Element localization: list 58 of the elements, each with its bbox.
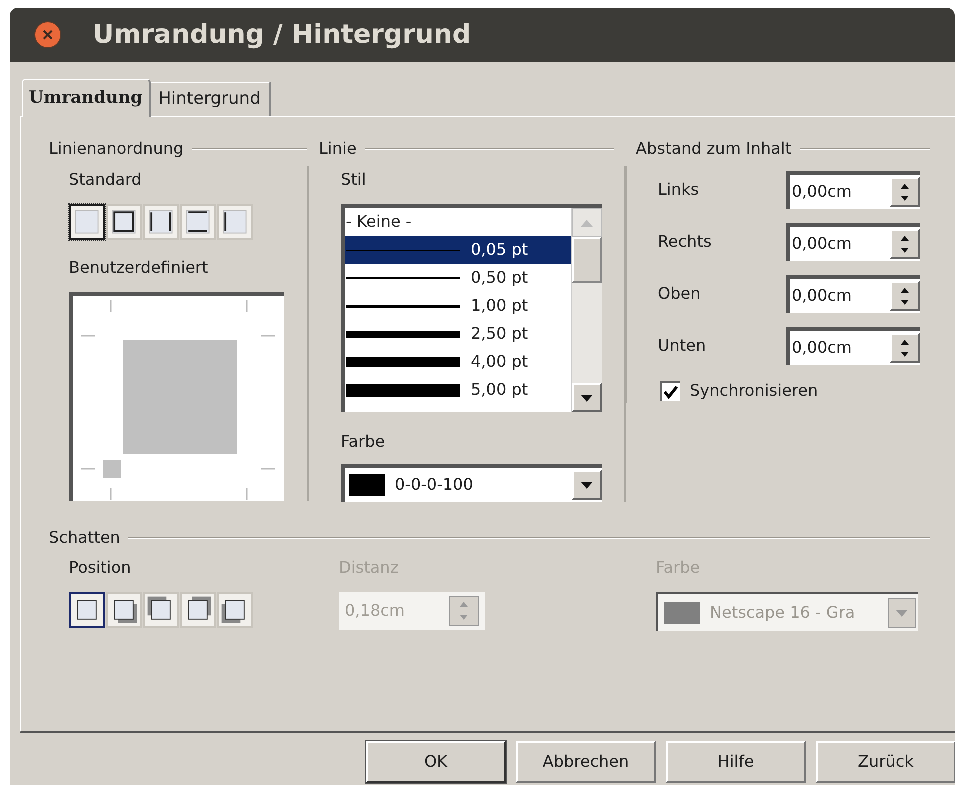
group-heading: Linienanordnung: [49, 138, 184, 160]
spin-down-icon[interactable]: [900, 298, 910, 306]
caret-icon[interactable]: [580, 480, 594, 490]
spin-up-icon: [459, 600, 469, 608]
checkbox[interactable]: [660, 381, 680, 401]
field-label: Position: [69, 557, 132, 579]
group-heading: Abstand zum Inhalt: [636, 138, 792, 160]
dialog-button[interactable]: OK: [366, 741, 506, 783]
color-swatch: [664, 602, 700, 624]
spin-field[interactable]: 0,00cm: [786, 327, 920, 365]
group-heading: Schatten: [49, 527, 120, 549]
list-item[interactable]: 1,00 pt: [345, 292, 571, 320]
spin-up-icon[interactable]: [900, 286, 910, 294]
field-label: Standard: [69, 169, 143, 191]
caret-icon: [895, 608, 909, 618]
field-label: Benutzerdefiniert: [69, 257, 210, 279]
spin-up-icon[interactable]: [900, 338, 910, 346]
spin-up-icon[interactable]: [900, 234, 910, 242]
check-icon: [664, 385, 678, 399]
group-heading: Linie: [319, 138, 357, 160]
field-label: Links: [658, 179, 700, 201]
line-style-list[interactable]: - Keine - 0,05 pt 0,50 pt 1,00 pt 2,50 pt 4,00 pt 5,00 pt: [341, 204, 602, 412]
spin-field[interactable]: 0,00cm: [786, 171, 920, 209]
spin-down-icon: [459, 614, 469, 622]
scrollbar[interactable]: [571, 208, 602, 412]
dialog-button[interactable]: Abbrechen: [516, 741, 656, 783]
dialog-button[interactable]: Hilfe: [666, 741, 806, 783]
close-button[interactable]: [34, 21, 62, 49]
spin-down-icon[interactable]: [900, 194, 910, 202]
color-swatch: [349, 474, 385, 496]
list-item[interactable]: 5,00 pt: [345, 376, 571, 404]
tab[interactable]: Umrandung: [22, 79, 151, 117]
field-label: Oben: [658, 283, 702, 305]
spin-up-icon[interactable]: [900, 182, 910, 190]
checkbox-label[interactable]: Synchronisieren: [690, 379, 818, 403]
field-label: Farbe: [341, 431, 386, 454]
dialog-button[interactable]: Zurück: [816, 741, 955, 783]
spin-field: 0,18cm: [339, 592, 485, 630]
spin-down-icon[interactable]: [900, 350, 910, 358]
spin-field[interactable]: 0,00cm: [786, 275, 920, 313]
spin-field[interactable]: 0,00cm: [786, 223, 920, 261]
field-label: Stil: [341, 169, 368, 191]
list-item[interactable]: 4,00 pt: [345, 348, 571, 376]
window-title: Umrandung / Hintergrund: [93, 18, 472, 52]
field-label: Rechts: [658, 231, 713, 253]
list-item[interactable]: - Keine -: [345, 208, 571, 236]
list-item[interactable]: 2,50 pt: [345, 320, 571, 348]
shadow-position-button[interactable]: [69, 592, 105, 628]
border-preset-button[interactable]: [69, 204, 105, 240]
tab[interactable]: Hintergrund: [150, 82, 271, 116]
spin-down-icon[interactable]: [900, 246, 910, 254]
border-preview[interactable]: [69, 292, 284, 501]
list-item[interactable]: 0,50 pt: [345, 264, 571, 292]
scroll-down-icon[interactable]: [580, 392, 594, 403]
color-dropdown[interactable]: 0-0-0-100: [341, 464, 602, 502]
list-item[interactable]: 0,05 pt: [345, 236, 571, 264]
scroll-thumb[interactable]: [572, 237, 602, 283]
field-label: Unten: [658, 335, 708, 357]
